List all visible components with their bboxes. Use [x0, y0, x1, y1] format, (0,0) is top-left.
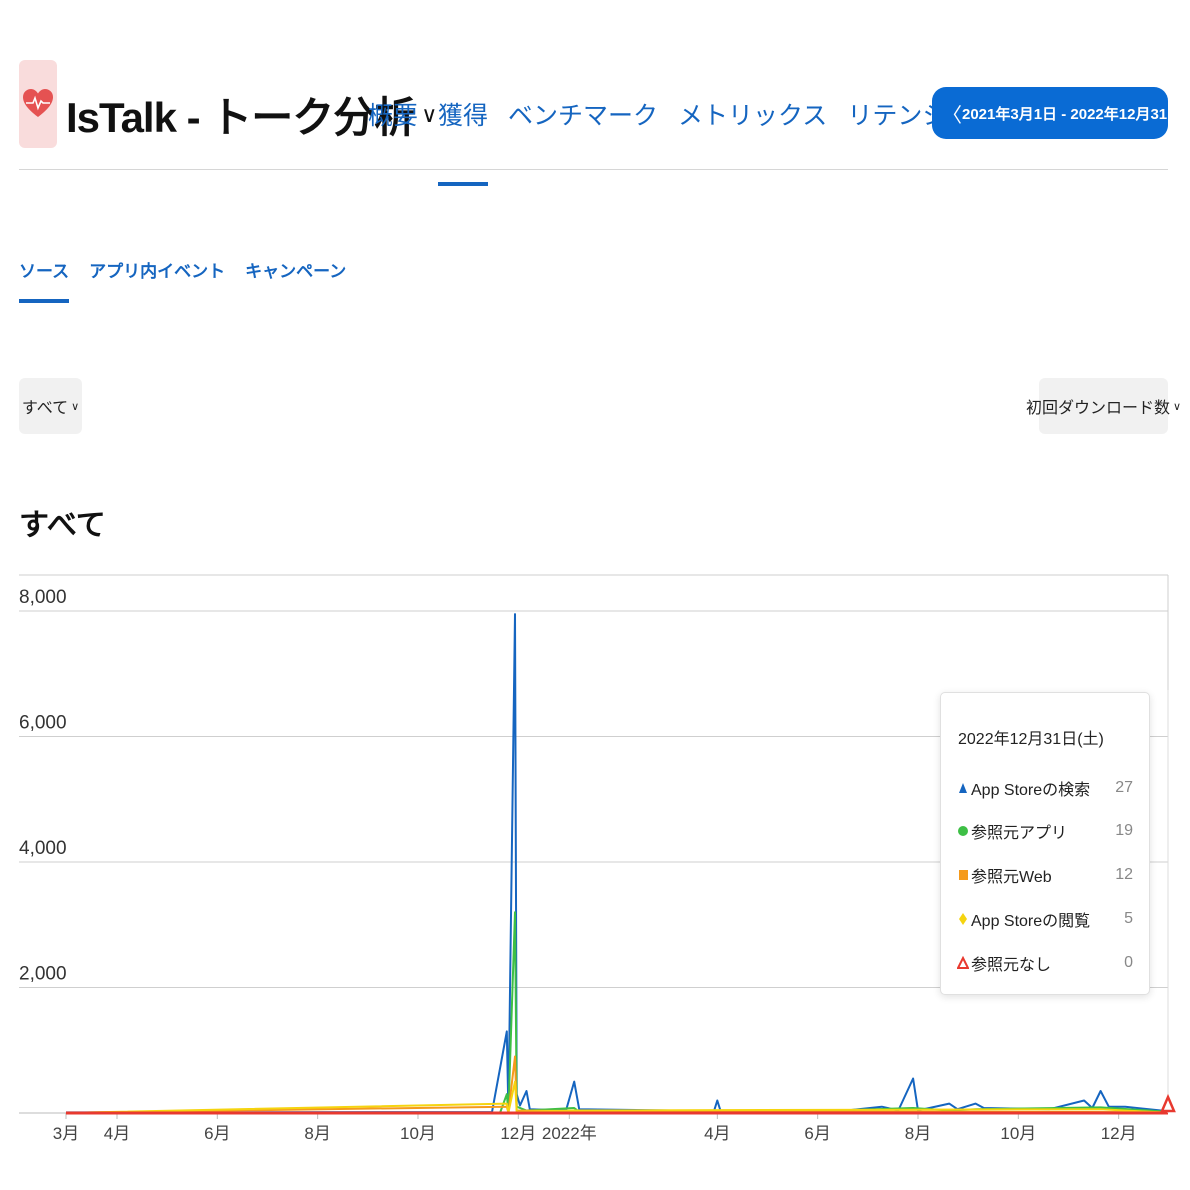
x-tick-label: 6月 [204, 1124, 230, 1143]
x-tick-label: 6月 [804, 1124, 830, 1143]
x-tick-label: 10月 [400, 1124, 436, 1143]
triangle-marker-icon [957, 778, 969, 798]
tooltip-label: 参照元アプリ [971, 825, 1068, 842]
square-marker-icon [957, 865, 969, 885]
chart-tooltip: 2022年12月31日(土) App Storeの検索 27 参照元アプリ 19… [940, 692, 1150, 995]
sub-nav-tabs: ソース アプリ内イベント キャンペーン [19, 257, 346, 303]
triangle-outline-marker-icon [957, 953, 969, 973]
metric-dropdown[interactable]: 初回ダウンロード数 ∨ [1026, 378, 1181, 434]
metric-value: 初回ダウンロード数 [1025, 400, 1170, 417]
app-title: IsTalk - トーク分析 [66, 94, 416, 141]
subtab-sources[interactable]: ソース [19, 257, 70, 303]
source-filter-value: すべて [21, 400, 69, 417]
x-tick-label: 4月 [704, 1124, 730, 1143]
app-icon [19, 60, 57, 148]
source-filter-dropdown[interactable]: すべて ∨ [19, 378, 82, 434]
tooltip-label: 参照元Web [971, 869, 1052, 886]
hover-marker [1160, 1093, 1176, 1113]
x-tick-label: 12月 [1101, 1124, 1137, 1143]
tooltip-value: 19 [1115, 822, 1133, 839]
tab-benchmarks[interactable]: ベンチマーク [508, 96, 658, 132]
tab-metrics[interactable]: メトリックス [678, 96, 827, 132]
tab-overview[interactable]: 概要 [368, 96, 418, 132]
tooltip-row: 参照元なし 0 [957, 951, 1133, 975]
subtab-in-app-events[interactable]: アプリ内イベント [89, 257, 225, 282]
tooltip-value: 12 [1115, 866, 1133, 883]
tooltip-value: 27 [1115, 779, 1133, 796]
x-tick-label: 12月 [500, 1124, 536, 1143]
tooltip-value: 0 [1124, 954, 1133, 971]
x-tick-label: 2022年 [542, 1124, 597, 1143]
diamond-marker-icon [957, 909, 969, 929]
tooltip-row: App Storeの検索 27 [957, 776, 1133, 800]
tooltip-row: 参照元アプリ 19 [957, 819, 1133, 843]
x-tick-label: 10月 [1000, 1124, 1036, 1143]
series-line [65, 1055, 1169, 1114]
date-range-label[interactable]: 2021年3月1日 - 2022年12月31日 [962, 103, 1182, 124]
heart-icon [23, 89, 53, 117]
main-nav-tabs: 概要 獲得 ベンチマーク メトリックス リテンション率 [368, 96, 1022, 186]
header-divider [19, 169, 1168, 170]
y-tick-label: 4,000 [19, 838, 67, 859]
chevron-right-icon[interactable]: 〉 [1182, 99, 1190, 128]
tab-acquisition[interactable]: 獲得 [438, 96, 489, 186]
tooltip-label: 参照元なし [971, 957, 1052, 974]
chevron-down-icon: ∨ [1172, 400, 1182, 413]
subtab-campaigns[interactable]: キャンペーン [245, 257, 346, 282]
x-tick-label: 8月 [304, 1124, 330, 1143]
tooltip-date: 2022年12月31日(土) [958, 731, 1104, 748]
x-tick-label: 4月 [104, 1124, 130, 1143]
tooltip-value: 5 [1124, 910, 1133, 927]
tooltip-row: 参照元Web 12 [957, 863, 1133, 887]
tooltip-label: App Storeの閲覧 [971, 913, 1091, 930]
tooltip-row: App Storeの閲覧 5 [957, 907, 1133, 931]
chevron-left-icon[interactable]: 〈 [942, 99, 962, 128]
section-title: すべて [19, 509, 106, 542]
y-tick-label: 6,000 [19, 713, 67, 734]
y-tick-label: 2,000 [19, 964, 67, 985]
x-tick-label: 3月 [53, 1124, 79, 1143]
y-tick-label: 8,000 [19, 587, 67, 608]
x-tick-label: 8月 [905, 1124, 931, 1143]
tooltip-label: App Storeの検索 [971, 782, 1091, 799]
chevron-down-icon: ∨ [71, 400, 80, 413]
circle-marker-icon [957, 821, 969, 841]
date-range-picker: 〈 2021年3月1日 - 2022年12月31日 〉 [932, 87, 1190, 139]
